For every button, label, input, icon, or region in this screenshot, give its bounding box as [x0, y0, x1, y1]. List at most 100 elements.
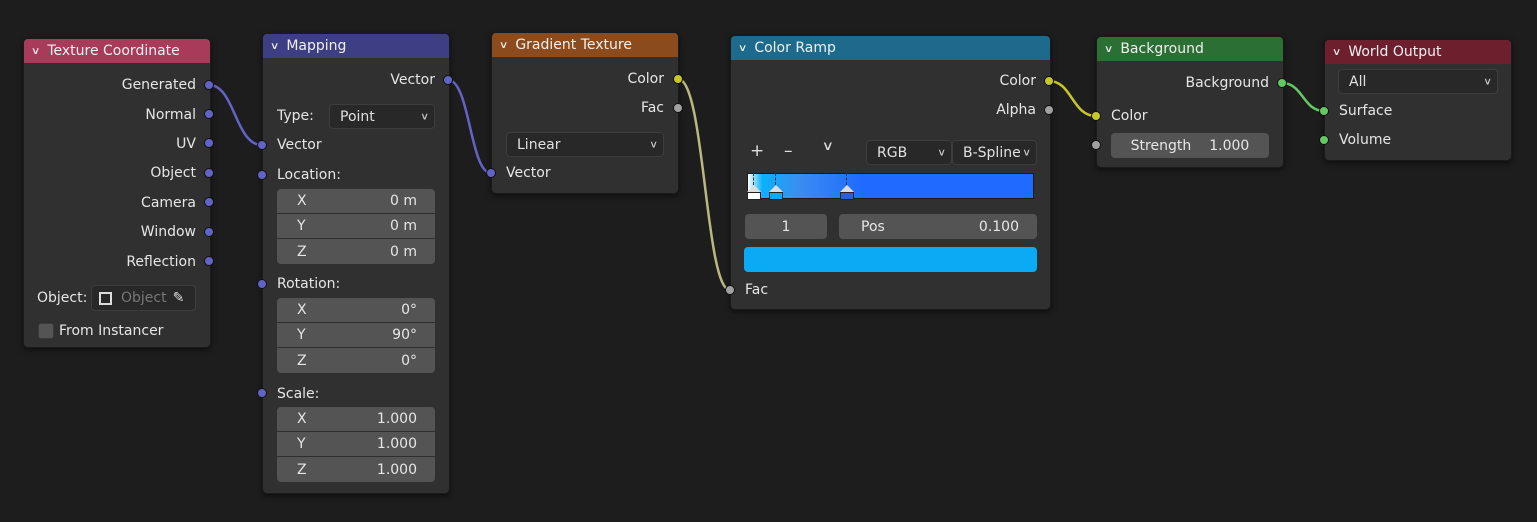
- ramp-menu-button[interactable]: ∨: [822, 139, 834, 154]
- stop-position-field[interactable]: Pos 0.100: [839, 214, 1037, 239]
- active-stop-index[interactable]: 1: [745, 214, 827, 239]
- output-socket-reflection[interactable]: [204, 256, 214, 266]
- output-socket-camera[interactable]: [204, 197, 214, 207]
- location-z-field[interactable]: Z 0 m: [277, 239, 435, 264]
- output-socket-alpha[interactable]: [1044, 105, 1054, 115]
- color-ramp-node[interactable]: ∨ Color Ramp Color Alpha + – ∨ RGB ∨ B-S…: [730, 35, 1051, 310]
- rotation-y-field[interactable]: Y 90°: [277, 323, 435, 348]
- axis-label: Y: [297, 327, 306, 343]
- object-field[interactable]: Object ✎: [91, 285, 196, 311]
- axis-label: Y: [297, 218, 306, 234]
- output-socket-color[interactable]: [673, 74, 683, 84]
- output-socket-normal[interactable]: [204, 109, 214, 119]
- output-socket-color[interactable]: [1044, 76, 1054, 86]
- color-mode-dropdown[interactable]: RGB ∨: [866, 140, 952, 165]
- node-title: World Output: [1348, 44, 1442, 60]
- input-socket-rotation[interactable]: [257, 279, 267, 289]
- output-label: Camera: [141, 195, 196, 211]
- chevron-down-icon: ∨: [419, 111, 429, 122]
- scale-y-field[interactable]: Y 1.000: [277, 432, 435, 457]
- object-icon: [99, 291, 112, 305]
- remove-stop-button[interactable]: –: [784, 141, 793, 161]
- color-stop-0[interactable]: [747, 173, 761, 200]
- input-label: Surface: [1339, 103, 1393, 119]
- type-dropdown[interactable]: Point ∨: [329, 104, 435, 129]
- object-placeholder: Object: [121, 290, 167, 306]
- input-socket-volume[interactable]: [1319, 135, 1329, 145]
- chevron-down-icon[interactable]: ∨: [1104, 44, 1114, 55]
- color-ramp-header[interactable]: ∨ Color Ramp: [731, 36, 1050, 60]
- scale-label: Scale:: [277, 386, 320, 402]
- chevron-down-icon[interactable]: ∨: [1332, 47, 1342, 58]
- location-y-field[interactable]: Y 0 m: [277, 214, 435, 239]
- background-node[interactable]: ∨ Background Background Color Strength 1…: [1096, 36, 1284, 168]
- input-socket-color[interactable]: [1091, 111, 1101, 121]
- rotation-label: Rotation:: [277, 276, 341, 292]
- input-label: Color: [1111, 108, 1148, 124]
- chevron-down-icon[interactable]: ∨: [270, 41, 280, 52]
- input-label: Vector: [277, 137, 322, 153]
- texture-coordinate-header[interactable]: ∨ Texture Coordinate: [24, 39, 210, 63]
- add-stop-button[interactable]: +: [750, 141, 764, 161]
- link-ramp-color-to-background-color[interactable]: [1048, 79, 1097, 118]
- gradient-texture-header[interactable]: ∨ Gradient Texture: [492, 33, 678, 57]
- eyedropper-icon[interactable]: ✎: [173, 290, 185, 306]
- output-socket-vector[interactable]: [443, 75, 453, 85]
- output-label: Object: [150, 165, 196, 181]
- input-socket-surface[interactable]: [1319, 106, 1329, 116]
- link-mapping-to-gradient-vector[interactable]: [447, 78, 492, 175]
- type-value: Point: [340, 108, 375, 125]
- strength-field[interactable]: Strength 1.000: [1111, 133, 1269, 158]
- gradient-type-dropdown[interactable]: Linear ∨: [506, 132, 664, 157]
- color-stop-2[interactable]: [840, 173, 855, 200]
- field-value: 1.000: [376, 411, 417, 427]
- color-stops: [747, 173, 1034, 207]
- axis-label: X: [297, 302, 307, 318]
- target-dropdown[interactable]: All ∨: [1338, 69, 1498, 94]
- field-value: 0°: [401, 352, 417, 369]
- output-socket-object[interactable]: [204, 168, 214, 178]
- chevron-down-icon[interactable]: ∨: [738, 43, 748, 54]
- node-title: Background: [1120, 41, 1204, 57]
- background-header[interactable]: ∨ Background: [1097, 37, 1283, 61]
- output-socket-generated[interactable]: [204, 80, 214, 90]
- input-socket-scale[interactable]: [257, 388, 267, 398]
- chevron-down-icon: ∨: [936, 147, 946, 158]
- pos-value: 0.100: [978, 218, 1019, 235]
- location-x-field[interactable]: X 0 m: [277, 189, 435, 214]
- link-gradient-color-to-ramp-fac[interactable]: [677, 77, 731, 292]
- rotation-fields: X 0° Y 90° Z 0°: [277, 298, 435, 373]
- link-generated-to-mapping-vector[interactable]: [208, 83, 263, 147]
- output-socket-fac[interactable]: [673, 103, 683, 113]
- input-socket-location[interactable]: [257, 170, 267, 180]
- axis-label: Z: [297, 461, 307, 478]
- input-label: Vector: [506, 165, 551, 181]
- rotation-x-field[interactable]: X 0°: [277, 298, 435, 323]
- world-output-header[interactable]: ∨ World Output: [1325, 40, 1511, 64]
- chevron-down-icon[interactable]: ∨: [499, 40, 509, 51]
- link-background-to-surface[interactable]: [1281, 81, 1325, 113]
- output-socket-uv[interactable]: [204, 138, 214, 148]
- input-label: Fac: [745, 282, 769, 298]
- mapping-header[interactable]: ∨ Mapping: [263, 34, 449, 58]
- interpolation-dropdown[interactable]: B-Spline ∨: [952, 140, 1037, 165]
- gradient-texture-node[interactable]: ∨ Gradient Texture Color Fac Linear ∨ Ve…: [491, 32, 679, 194]
- scale-x-field[interactable]: X 1.000: [277, 407, 435, 432]
- color-stop-1[interactable]: [768, 173, 783, 200]
- output-socket-background[interactable]: [1277, 78, 1287, 88]
- from-instancer-checkbox[interactable]: [38, 323, 54, 339]
- active-stop-color-swatch[interactable]: [744, 247, 1037, 272]
- output-label: Color: [999, 73, 1036, 89]
- mapping-node[interactable]: ∨ Mapping Vector Type: Point ∨ Vector Lo…: [262, 33, 450, 494]
- output-socket-window[interactable]: [204, 227, 214, 237]
- input-socket-strength[interactable]: [1091, 140, 1101, 150]
- texture-coordinate-node[interactable]: ∨ Texture Coordinate Generated Normal UV…: [23, 38, 211, 348]
- rotation-z-field[interactable]: Z 0°: [277, 348, 435, 373]
- output-label: Color: [627, 71, 664, 87]
- chevron-down-icon[interactable]: ∨: [31, 46, 41, 57]
- input-socket-fac[interactable]: [725, 285, 735, 295]
- input-socket-vector[interactable]: [257, 140, 267, 150]
- world-output-node[interactable]: ∨ World Output All ∨ Surface Volume: [1324, 39, 1512, 161]
- input-socket-vector[interactable]: [486, 168, 496, 178]
- scale-z-field[interactable]: Z 1.000: [277, 457, 435, 482]
